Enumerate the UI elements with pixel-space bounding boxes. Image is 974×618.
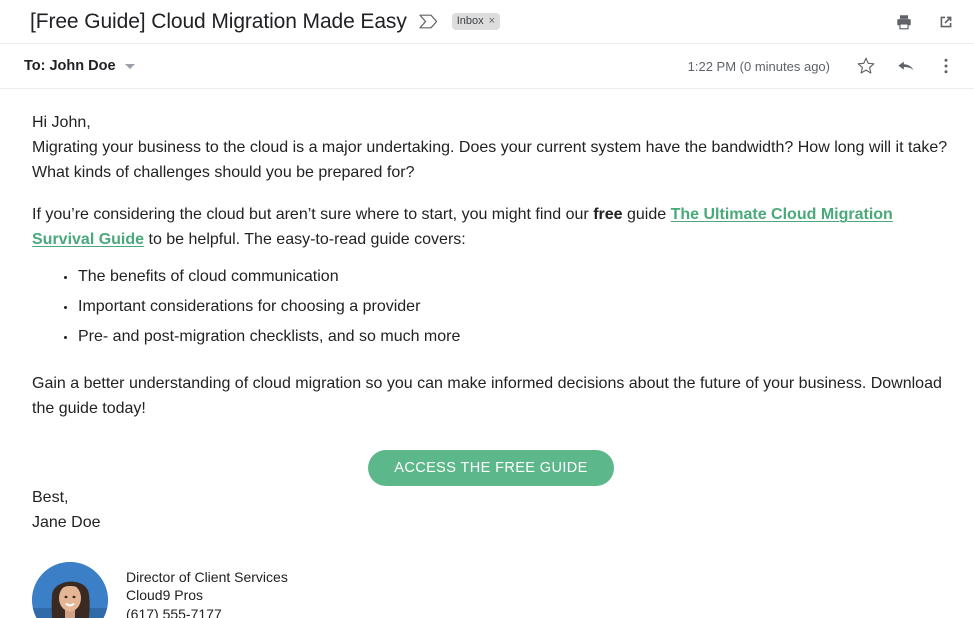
benefits-list: The benefits of cloud communication Impo… bbox=[32, 265, 950, 349]
header-actions bbox=[894, 12, 956, 32]
greeting-line: Hi John, bbox=[32, 114, 91, 131]
list-item: Pre- and post-migration checklists, and … bbox=[64, 325, 950, 350]
close-icon[interactable]: × bbox=[489, 13, 495, 30]
offer-text-before: If you’re considering the cloud but aren… bbox=[32, 206, 594, 224]
list-item: Important considerations for choosing a … bbox=[64, 295, 950, 320]
chevron-down-icon[interactable] bbox=[124, 63, 135, 69]
signature-block: Director of Client Services Cloud9 Pros … bbox=[32, 561, 950, 618]
email-body: Hi John, Migrating your business to the … bbox=[0, 89, 974, 618]
label-chip-text: Inbox bbox=[456, 15, 484, 27]
more-options-icon[interactable] bbox=[936, 56, 956, 76]
subject-bar: [Free Guide] Cloud Migration Made Easy I… bbox=[0, 0, 974, 44]
message-timestamp: 1:22 PM (0 minutes ago) bbox=[687, 58, 830, 74]
cta-container: ACCESS THE FREE GUIDE bbox=[32, 449, 950, 486]
offer-text-guide: guide bbox=[622, 206, 671, 224]
signoff-line: Best, bbox=[32, 488, 69, 506]
paragraph-closing: Gain a better understanding of cloud mig… bbox=[32, 375, 942, 418]
reply-arrow-icon[interactable] bbox=[896, 56, 916, 76]
star-icon[interactable] bbox=[856, 56, 876, 76]
page-title: [Free Guide] Cloud Migration Made Easy bbox=[30, 9, 407, 33]
recipient-bar: To: John Doe 1:22 PM (0 minutes ago) bbox=[0, 44, 974, 89]
signature-details: Director of Client Services Cloud9 Pros … bbox=[126, 562, 288, 618]
recipient-to-line[interactable]: To: John Doe bbox=[24, 58, 116, 74]
important-marker-icon[interactable] bbox=[419, 14, 438, 29]
signature-phone: (617) 555-7177 bbox=[126, 605, 222, 618]
open-in-new-window-icon[interactable] bbox=[936, 12, 956, 32]
access-free-guide-button[interactable]: ACCESS THE FREE GUIDE bbox=[368, 449, 614, 486]
print-icon[interactable] bbox=[894, 12, 914, 32]
paragraph-offer: If you’re considering the cloud but aren… bbox=[32, 203, 950, 253]
offer-text-after: to be helpful. The easy-to-read guide co… bbox=[144, 231, 466, 249]
signature-title: Director of Client Services bbox=[126, 568, 288, 585]
list-item: The benefits of cloud communication bbox=[64, 265, 950, 290]
avatar bbox=[32, 561, 108, 618]
paragraph-intro: Migrating your business to the cloud is … bbox=[32, 138, 948, 181]
signature-company: Cloud9 Pros bbox=[126, 587, 204, 604]
label-chip-inbox[interactable]: Inbox × bbox=[451, 13, 501, 30]
signer-name: Jane Doe bbox=[32, 513, 101, 531]
offer-emphasis-free: free bbox=[593, 206, 623, 224]
message-actions: 1:22 PM (0 minutes ago) bbox=[688, 56, 956, 76]
